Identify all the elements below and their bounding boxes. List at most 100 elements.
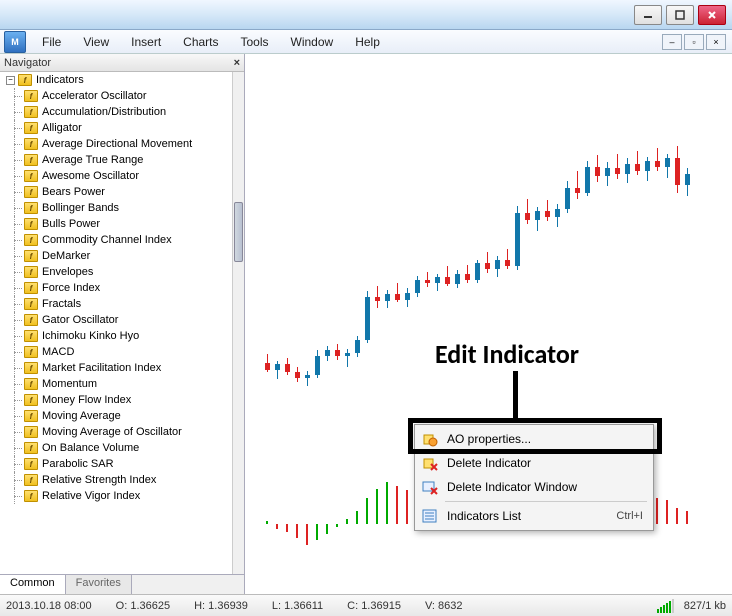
tree-item[interactable]: fMoving Average of Oscillator: [0, 424, 232, 440]
indicator-icon: f: [24, 314, 38, 326]
tree-item-label: Average True Range: [42, 154, 143, 166]
tree-item-label: Relative Strength Index: [42, 474, 156, 486]
navigator-tabs: Common Favorites: [0, 574, 244, 594]
scrollbar-thumb[interactable]: [234, 202, 243, 262]
tree-item[interactable]: fRelative Strength Index: [0, 472, 232, 488]
tab-favorites[interactable]: Favorites: [66, 575, 132, 594]
tree-item[interactable]: f On Balance Volume: [0, 440, 232, 456]
tree-item[interactable]: fMoney Flow Index: [0, 392, 232, 408]
tree-item[interactable]: fBulls Power: [0, 216, 232, 232]
window-titlebar: [0, 0, 732, 30]
tree-item-label: MACD: [42, 346, 74, 358]
ao-bar: [316, 524, 318, 540]
ctx-properties[interactable]: AO properties...: [417, 427, 651, 451]
tree-item-label: Momentum: [42, 378, 97, 390]
tree-item[interactable]: fBears Power: [0, 184, 232, 200]
tree-item-label: Fractals: [42, 298, 81, 310]
tree-item[interactable]: fCommodity Channel Index: [0, 232, 232, 248]
tree-item-label: Accelerator Oscillator: [42, 90, 147, 102]
tree-item[interactable]: fGator Oscillator: [0, 312, 232, 328]
tree-item[interactable]: fMomentum: [0, 376, 232, 392]
ctx-indicators-list[interactable]: Indicators List Ctrl+I: [417, 504, 651, 528]
status-datetime: 2013.10.18 08:00: [6, 600, 92, 612]
properties-icon: [421, 430, 439, 448]
minimize-button[interactable]: [634, 5, 662, 25]
tree-item[interactable]: fDeMarker: [0, 248, 232, 264]
ao-bar: [266, 521, 268, 524]
tree-item[interactable]: fParabolic SAR: [0, 456, 232, 472]
status-open: O: 1.36625: [116, 600, 170, 612]
close-button[interactable]: [698, 5, 726, 25]
maximize-button[interactable]: [666, 5, 694, 25]
menu-insert[interactable]: Insert: [121, 32, 171, 52]
delete-window-icon: [421, 478, 439, 496]
tree-item[interactable]: fAverage True Range: [0, 152, 232, 168]
ao-bar: [336, 524, 338, 527]
ctx-delete-window[interactable]: Delete Indicator Window: [417, 475, 651, 499]
tree-item-label: On Balance Volume: [42, 442, 139, 454]
indicator-icon: f: [24, 138, 38, 150]
tab-common[interactable]: Common: [0, 575, 66, 594]
tree-item[interactable]: fAlligator: [0, 120, 232, 136]
menubar: M File View Insert Charts Tools Window H…: [0, 30, 732, 54]
navigator-scrollbar[interactable]: [232, 72, 244, 574]
tree-item-label: Accumulation/Distribution: [42, 106, 166, 118]
annotation-pointer: [513, 371, 518, 423]
indicator-icon: f: [24, 202, 38, 214]
tree-item[interactable]: fMarket Facilitation Index: [0, 360, 232, 376]
tree-item-label: Bollinger Bands: [42, 202, 119, 214]
navigator-close-icon[interactable]: ×: [234, 57, 240, 69]
ctx-delete-indicator[interactable]: Delete Indicator: [417, 451, 651, 475]
ao-bar: [666, 500, 668, 524]
tree-root-indicators[interactable]: −fIndicators: [0, 72, 232, 88]
tree-item[interactable]: fRelative Vigor Index: [0, 488, 232, 504]
child-restore-button[interactable]: ▫: [684, 34, 704, 50]
indicator-icon: f: [24, 394, 38, 406]
ao-bar: [306, 524, 308, 545]
indicator-icon: f: [24, 218, 38, 230]
ao-bar: [366, 498, 368, 524]
ao-bar: [376, 489, 378, 524]
tree-item[interactable]: fMACD: [0, 344, 232, 360]
menu-tools[interactable]: Tools: [231, 32, 279, 52]
menu-window[interactable]: Window: [281, 32, 344, 52]
tree-item[interactable]: f Accelerator Oscillator: [0, 88, 232, 104]
ctx-delete-window-label: Delete Indicator Window: [447, 480, 577, 494]
tree-item-label: Relative Vigor Index: [42, 490, 140, 502]
tree-item[interactable]: fIchimoku Kinko Hyo: [0, 328, 232, 344]
tree-item[interactable]: f Average Directional Movement: [0, 136, 232, 152]
tree-item-label: Moving Average: [42, 410, 121, 422]
status-close: C: 1.36915: [347, 600, 401, 612]
annotation-label: Edit Indicator: [435, 338, 579, 370]
ao-bar: [656, 498, 658, 524]
indicator-icon: f: [24, 282, 38, 294]
tree-item-label: Average Directional Movement: [42, 138, 192, 150]
indicators-list-icon: [421, 507, 439, 525]
child-minimize-button[interactable]: –: [662, 34, 682, 50]
tree-item[interactable]: fAccumulation/Distribution: [0, 104, 232, 120]
indicator-icon: f: [24, 442, 38, 454]
tree-item[interactable]: fEnvelopes: [0, 264, 232, 280]
navigator-panel: Navigator × −fIndicatorsfAccelerator Osc…: [0, 54, 245, 594]
menu-file[interactable]: File: [32, 32, 71, 52]
tree-item[interactable]: fFractals: [0, 296, 232, 312]
tree-item[interactable]: fAwesome Oscillator: [0, 168, 232, 184]
ao-bar: [406, 490, 408, 524]
ctx-properties-label: AO properties...: [447, 432, 531, 446]
indicator-icon: f: [24, 266, 38, 278]
collapse-icon[interactable]: −: [6, 76, 15, 85]
menu-help[interactable]: Help: [345, 32, 390, 52]
tree-item[interactable]: f Force Index: [0, 280, 232, 296]
tree-item[interactable]: f Bollinger Bands: [0, 200, 232, 216]
ctx-separator: [445, 501, 647, 502]
menu-view[interactable]: View: [73, 32, 119, 52]
folder-icon: f: [18, 74, 32, 86]
tree-item[interactable]: fMoving Average: [0, 408, 232, 424]
tree-item-label: Force Index: [42, 282, 100, 294]
indicator-icon: f: [24, 90, 38, 102]
child-close-button[interactable]: ×: [706, 34, 726, 50]
menu-charts[interactable]: Charts: [173, 32, 228, 52]
navigator-tree[interactable]: −fIndicatorsfAccelerator OscillatorfAccu…: [0, 72, 244, 574]
context-menu: AO properties... Delete Indicator Delete…: [414, 424, 654, 531]
tree-item-label: Alligator: [42, 122, 82, 134]
